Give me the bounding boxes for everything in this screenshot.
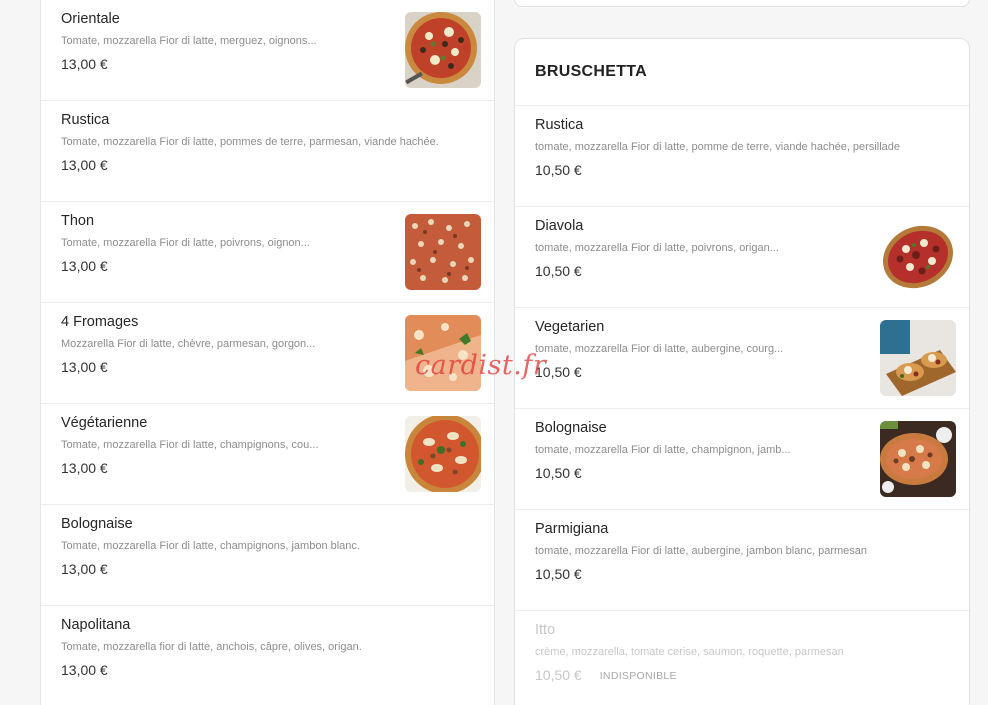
item-price: 10,50 € <box>535 162 582 178</box>
pizza-thon-image[interactable] <box>405 214 481 290</box>
menu-item[interactable]: Diavola tomate, mozzarella Fior di latte… <box>515 207 969 308</box>
section-header: BRUSCHETTA <box>515 39 969 106</box>
item-price: 13,00 € <box>61 662 108 678</box>
watermark-text: cardist.fr <box>415 350 547 381</box>
item-name: Rustica <box>535 117 584 133</box>
item-name: Napolitana <box>61 617 131 633</box>
menu-item[interactable]: Thon Tomate, mozzarella Fior di latte, p… <box>41 202 494 303</box>
item-description: Tomate, mozzarella Fior di latte, pommes… <box>61 136 439 148</box>
bruschetta-vegetarien-image[interactable] <box>880 320 956 396</box>
item-name: Bolognaise <box>61 516 133 532</box>
item-description: Tomate, mozzarella Fior di latte, champi… <box>61 540 360 552</box>
section-title: BRUSCHETTA <box>535 63 648 80</box>
item-name: Itto <box>535 622 556 638</box>
item-price-row: 10,50 € INDISPONIBLE <box>535 666 949 685</box>
bruschetta-diavola-image[interactable] <box>880 219 956 295</box>
unavailable-badge: INDISPONIBLE <box>599 670 677 682</box>
item-description: Tomate, mozzarella fior di latte, anchoi… <box>61 641 362 653</box>
item-price: 13,00 € <box>61 561 108 577</box>
item-description: tomate, mozzarella Fior di latte, auberg… <box>535 545 868 557</box>
item-name: Parmigiana <box>535 521 609 537</box>
previous-section-card <box>514 0 970 7</box>
menu-item[interactable]: Rustica tomate, mozzarella Fior di latte… <box>515 106 969 207</box>
pizza-orientale-image[interactable] <box>405 12 481 88</box>
menu-item[interactable]: Vegetarien tomate, mozzarella Fior di la… <box>515 308 969 409</box>
menu-item[interactable]: Bolognaise Tomate, mozzarella Fior di la… <box>41 505 494 606</box>
menu-item[interactable]: Parmigiana tomate, mozzarella Fior di la… <box>515 510 969 611</box>
menu-item[interactable]: Bolognaise tomate, mozzarella Fior di la… <box>515 409 969 510</box>
item-price: 10,50 € <box>535 667 582 683</box>
item-description: crème, mozzarella, tomate cerise, saumon… <box>535 646 844 658</box>
pizza-vegetarienne-image[interactable] <box>405 416 481 492</box>
menu-item[interactable]: Orientale Tomate, mozzarella Fior di lat… <box>41 0 494 101</box>
item-description: tomate, mozzarella Fior di latte, pomme … <box>535 141 901 153</box>
menu-item[interactable]: Rustica Tomate, mozzarella Fior di latte… <box>41 101 494 202</box>
bruschetta-section: BRUSCHETTA Rustica tomate, mozzarella Fi… <box>514 38 970 705</box>
menu-item-unavailable: Itto crème, mozzarella, tomate cerise, s… <box>515 611 969 705</box>
item-price: 13,00 € <box>61 157 108 173</box>
bruschetta-bolognaise-image[interactable] <box>880 421 956 497</box>
menu-item[interactable]: Végétarienne Tomate, mozzarella Fior di … <box>41 404 494 505</box>
item-name: Rustica <box>61 112 110 128</box>
menu-item[interactable]: Napolitana Tomate, mozzarella fior di la… <box>41 606 494 705</box>
item-price: 10,50 € <box>535 566 582 582</box>
